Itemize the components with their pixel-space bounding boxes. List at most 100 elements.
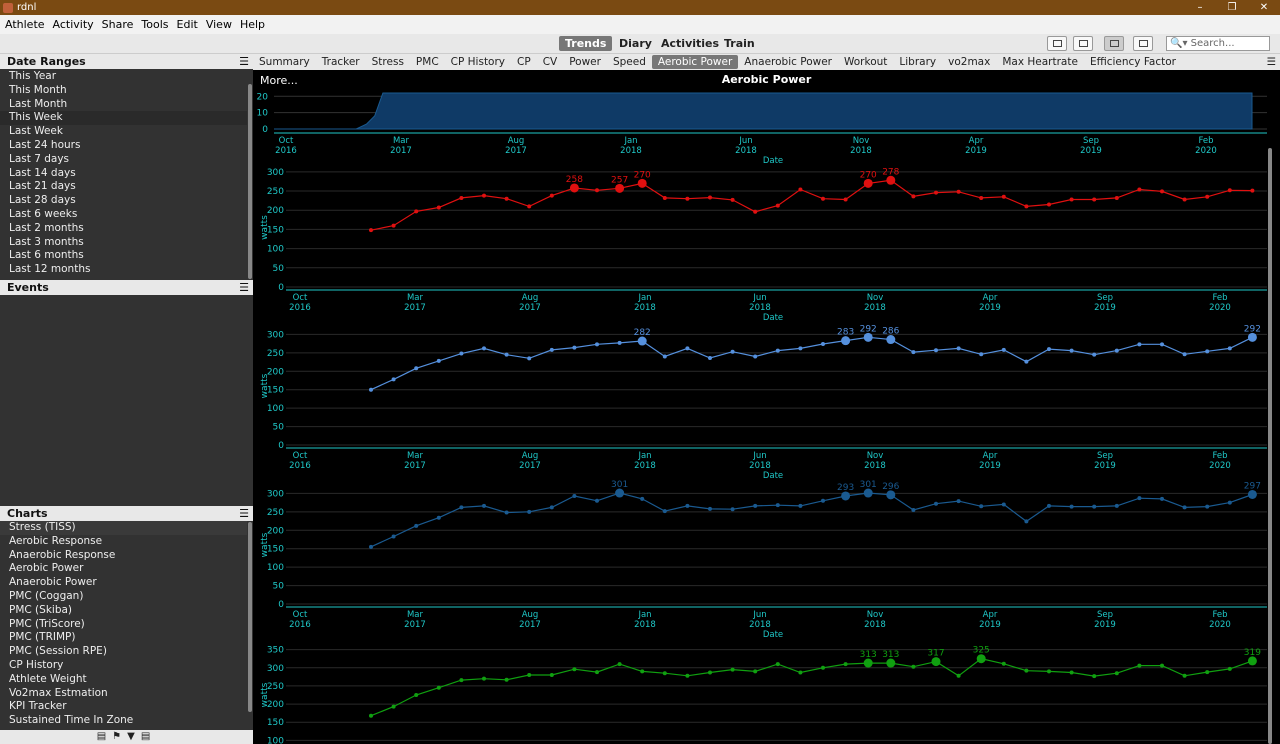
chart-item-aerobic-response[interactable]: Aerobic Response <box>0 535 247 549</box>
bookmark-icon[interactable]: ⚑ <box>112 731 127 742</box>
chart-item-pmc-trimp[interactable]: PMC (TRIMP) <box>0 631 247 645</box>
aerobic-power-chart: 01020Oct2016Mar2017Aug2017Jan2018Jun2018… <box>257 92 1267 744</box>
chart-item-aerobic-power[interactable]: Aerobic Power <box>0 562 247 576</box>
menu-athlete[interactable]: Athlete <box>5 18 45 31</box>
date-range-last-7-days[interactable]: Last 7 days <box>0 153 247 167</box>
chart-scrollbar[interactable] <box>1268 148 1272 744</box>
series-1-point <box>617 340 622 345</box>
series-1-point <box>685 346 690 351</box>
chart-tabs-menu-icon[interactable]: ☰ <box>1267 56 1276 68</box>
tab-summary[interactable]: Summary <box>253 55 316 69</box>
app-icon <box>3 2 13 13</box>
date-range-last-2-months[interactable]: Last 2 months <box>0 222 247 236</box>
tab-layout-icon[interactable] <box>1104 36 1124 51</box>
chart-item-vo2max-estmation[interactable]: Vo2max Estmation <box>0 687 247 701</box>
tab-speed[interactable]: Speed <box>607 55 652 69</box>
series-1-point <box>436 358 441 363</box>
overview-x-tick-month: Oct <box>279 136 294 146</box>
series-0-x-tick-year: 2018 <box>749 303 771 313</box>
menu-share[interactable]: Share <box>102 18 134 31</box>
menu-edit[interactable]: Edit <box>177 18 198 31</box>
minimize-icon[interactable]: – <box>1184 2 1216 13</box>
series-2-x-tick-year: 2016 <box>289 620 311 630</box>
view-trends[interactable]: Trends <box>559 36 613 51</box>
date-range-this-month[interactable]: This Month <box>0 84 247 98</box>
date-ranges-menu-icon[interactable]: ☰ <box>239 54 249 69</box>
chart-item-cp-history[interactable]: CP History <box>0 659 247 673</box>
overview-x-tick-year: 2019 <box>965 146 987 156</box>
chart-item-pmc-session-rpe[interactable]: PMC (Session RPE) <box>0 645 247 659</box>
view-train[interactable]: Train <box>718 36 761 51</box>
chart-item-anaerobic-response[interactable]: Anaerobic Response <box>0 549 247 563</box>
maximize-icon[interactable]: ❐ <box>1216 2 1248 13</box>
date-range-last-21-days[interactable]: Last 21 days <box>0 180 247 194</box>
tab-pmc[interactable]: PMC <box>410 55 445 69</box>
search-input[interactable]: 🔍▾ Search... <box>1166 36 1270 51</box>
series-2-point <box>482 503 486 508</box>
tab-stress[interactable]: Stress <box>366 55 410 69</box>
date-ranges-scrollbar[interactable] <box>248 84 252 279</box>
date-range-last-14-days[interactable]: Last 14 days <box>0 167 247 181</box>
tab-aerobic-power[interactable]: Aerobic Power <box>651 55 739 69</box>
series-1-point <box>482 346 486 351</box>
tab-cp[interactable]: CP <box>511 55 537 69</box>
overview-x-tick-year: 2018 <box>735 146 757 156</box>
events-menu-icon[interactable]: ☰ <box>239 280 249 295</box>
menu-help[interactable]: Help <box>240 18 265 31</box>
tab-cv[interactable]: CV <box>537 55 564 69</box>
tab-power[interactable]: Power <box>563 55 607 69</box>
chart-item-kpi-tracker[interactable]: KPI Tracker <box>0 700 247 714</box>
date-range-last-12-months[interactable]: Last 12 months <box>0 263 247 277</box>
sidebar-toggle-icon[interactable] <box>1047 36 1067 51</box>
tab-library[interactable]: Library <box>893 55 942 69</box>
close-icon[interactable]: ✕ <box>1248 2 1280 13</box>
date-range-last-6-weeks[interactable]: Last 6 weeks <box>0 208 247 222</box>
series-0-data-label: 278 <box>882 167 899 177</box>
series-1-x-tick-year: 2019 <box>1094 461 1116 471</box>
chart-item-stress-tiss[interactable]: Stress (TISS) <box>0 521 247 535</box>
tab-vo2max[interactable]: vo2max <box>942 55 996 69</box>
series-0-point <box>504 196 509 201</box>
date-range-last-28-days[interactable]: Last 28 days <box>0 194 247 208</box>
filter-icon[interactable]: ▼ <box>127 731 141 742</box>
date-range-last-24-hours[interactable]: Last 24 hours <box>0 139 247 153</box>
tab-tracker[interactable]: Tracker <box>316 55 366 69</box>
chart-item-pmc-triscore[interactable]: PMC (TriScore) <box>0 618 247 632</box>
menu-activity[interactable]: Activity <box>53 18 94 31</box>
series-0-x-tick-month: Feb <box>1212 293 1227 303</box>
date-range-last-6-months[interactable]: Last 6 months <box>0 249 247 263</box>
charts-menu-icon[interactable]: ☰ <box>239 506 249 521</box>
series-1-point <box>504 352 509 357</box>
date-range-last-month[interactable]: Last Month <box>0 98 247 112</box>
chart-item-pmc-coggan[interactable]: PMC (Coggan) <box>0 590 247 604</box>
chart-icon[interactable]: ▤ <box>141 731 156 742</box>
chart-item-sustained-time-in-zone[interactable]: Sustained Time In Zone <box>0 714 247 728</box>
series-1-x-tick-month: Apr <box>983 451 998 461</box>
chart-item-anaerobic-power[interactable]: Anaerobic Power <box>0 576 247 590</box>
view-diary[interactable]: Diary <box>613 36 658 51</box>
series-1-point <box>1205 349 1210 354</box>
view-activities[interactable]: Activities <box>655 36 725 51</box>
menu-tools[interactable]: Tools <box>141 18 168 31</box>
date-range-this-week[interactable]: This Week <box>0 111 247 126</box>
series-2-point <box>956 499 961 504</box>
date-range-last-3-months[interactable]: Last 3 months <box>0 236 247 250</box>
tab-cp-history[interactable]: CP History <box>445 55 511 69</box>
menu-view[interactable]: View <box>206 18 232 31</box>
series-0-x-tick-year: 2019 <box>1094 303 1116 313</box>
charts-scrollbar[interactable] <box>248 522 252 712</box>
events-title: Events <box>7 281 49 294</box>
tab-max-heartrate[interactable]: Max Heartrate <box>996 55 1084 69</box>
series-3-point <box>1001 661 1006 666</box>
tile-layout-icon[interactable] <box>1133 36 1153 51</box>
series-0-point <box>821 196 825 201</box>
chart-item-pmc-skiba[interactable]: PMC (Skiba) <box>0 604 247 618</box>
tab-efficiency-factor[interactable]: Efficiency Factor <box>1084 55 1182 69</box>
chart-item-athlete-weight[interactable]: Athlete Weight <box>0 673 247 687</box>
bottom-panel-icon[interactable] <box>1073 36 1093 51</box>
tab-anaerobic-power[interactable]: Anaerobic Power <box>738 55 838 69</box>
filter-list-icon[interactable]: ▤ <box>97 731 112 742</box>
tab-workout[interactable]: Workout <box>838 55 893 69</box>
date-range-this-year[interactable]: This Year <box>0 70 247 84</box>
date-range-last-week[interactable]: Last Week <box>0 125 247 139</box>
